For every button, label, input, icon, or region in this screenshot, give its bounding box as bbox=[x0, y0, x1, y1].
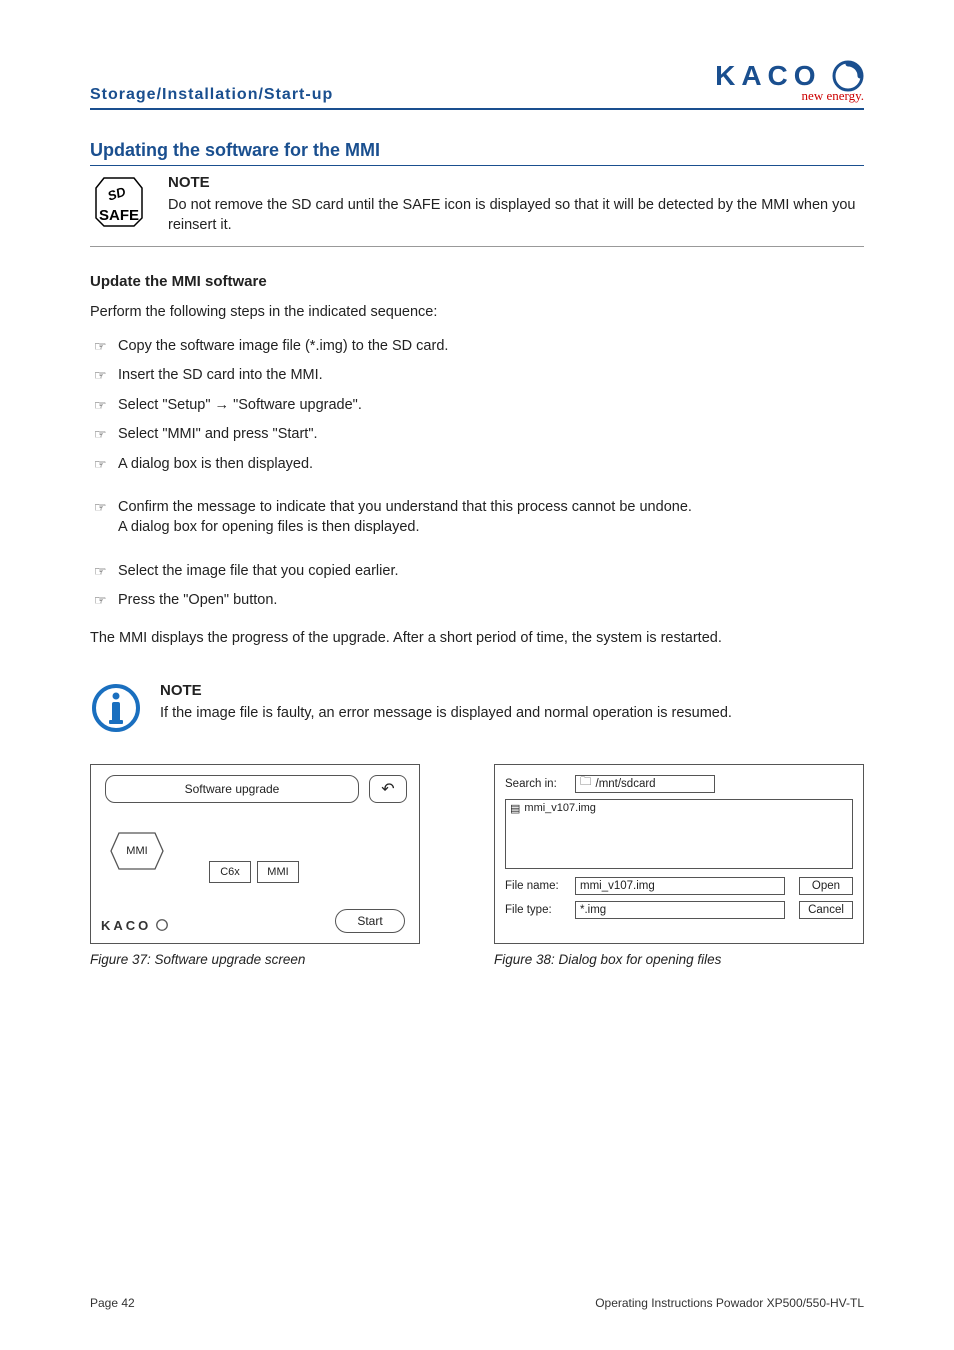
logo: KACO new energy. bbox=[715, 60, 864, 104]
figure-caption: Figure 38: Dialog box for opening files bbox=[494, 952, 864, 967]
logo-swirl-icon bbox=[155, 918, 169, 932]
sd-safe-icon: SD SAFE bbox=[90, 174, 150, 234]
step-item: Confirm the message to indicate that you… bbox=[90, 493, 864, 542]
closing-paragraph: The MMI displays the progress of the upg… bbox=[90, 630, 864, 646]
software-upgrade-screen: Software upgrade ↶ MMI C6x MMI KACO Star… bbox=[90, 764, 420, 944]
screen-title-bar: Software upgrade bbox=[105, 775, 359, 803]
page-heading: Updating the software for the MMI bbox=[90, 140, 864, 161]
heading-rule bbox=[90, 165, 864, 166]
step-item: Select "Setup" → "Software upgrade". bbox=[90, 391, 864, 421]
step-item: Insert the SD card into the MMI. bbox=[90, 361, 864, 391]
back-button[interactable]: ↶ bbox=[369, 775, 407, 803]
step-item: Copy the software image file (*.img) to … bbox=[90, 332, 864, 362]
note-title: NOTE bbox=[160, 682, 864, 699]
open-file-dialog: Search in: 🗀 /mnt/sdcard ▤ mmi_v107.img … bbox=[494, 764, 864, 944]
figure-caption: Figure 37: Software upgrade screen bbox=[90, 952, 424, 967]
sub-heading: Update the MMI software bbox=[90, 273, 864, 290]
step-item: Press the "Open" button. bbox=[90, 586, 864, 616]
section-title: Storage/Installation/Start-up bbox=[90, 86, 333, 104]
steps-list-a: Copy the software image file (*.img) to … bbox=[90, 332, 864, 480]
file-item[interactable]: ▤ mmi_v107.img bbox=[510, 802, 848, 815]
filetype-dropdown[interactable]: *.img bbox=[575, 901, 785, 919]
page-number: Page 42 bbox=[90, 1296, 135, 1310]
footer-logo: KACO bbox=[101, 918, 169, 933]
search-in-label: Search in: bbox=[505, 778, 567, 790]
note-text: If the image file is faulty, an error me… bbox=[160, 703, 864, 723]
steps-list-c: Select the image file that you copied ea… bbox=[90, 557, 864, 616]
lead-text: Perform the following steps in the indic… bbox=[90, 304, 864, 320]
svg-text:SD: SD bbox=[106, 184, 128, 204]
filename-label: File name: bbox=[505, 880, 567, 892]
search-in-dropdown[interactable]: 🗀 /mnt/sdcard bbox=[575, 775, 715, 793]
filetype-label: File type: bbox=[505, 904, 567, 916]
open-button[interactable]: Open bbox=[799, 877, 853, 895]
start-button[interactable]: Start bbox=[335, 909, 405, 933]
steps-list-b: Confirm the message to indicate that you… bbox=[90, 493, 864, 542]
folder-icon: 🗀 bbox=[580, 774, 592, 793]
file-icon: ▤ bbox=[510, 802, 520, 815]
mmi-hex-indicator: MMI bbox=[109, 831, 165, 871]
note-text: Do not remove the SD card until the SAFE… bbox=[168, 195, 864, 236]
filename-input[interactable]: mmi_v107.img bbox=[575, 877, 785, 895]
device-cell-c6x[interactable]: C6x bbox=[209, 861, 251, 883]
header-rule bbox=[90, 108, 864, 110]
step-item: A dialog box is then displayed. bbox=[90, 450, 864, 480]
file-list[interactable]: ▤ mmi_v107.img bbox=[505, 799, 853, 869]
cancel-button[interactable]: Cancel bbox=[799, 901, 853, 919]
info-icon bbox=[90, 682, 142, 734]
note-title: NOTE bbox=[168, 174, 864, 191]
step-item: Select the image file that you copied ea… bbox=[90, 557, 864, 587]
device-cell-mmi[interactable]: MMI bbox=[257, 861, 299, 883]
svg-text:SAFE: SAFE bbox=[99, 207, 139, 224]
doc-title: Operating Instructions Powador XP500/550… bbox=[595, 1296, 864, 1310]
step-item: Select "MMI" and press "Start". bbox=[90, 420, 864, 450]
undo-arrow-icon: ↶ bbox=[381, 779, 394, 799]
